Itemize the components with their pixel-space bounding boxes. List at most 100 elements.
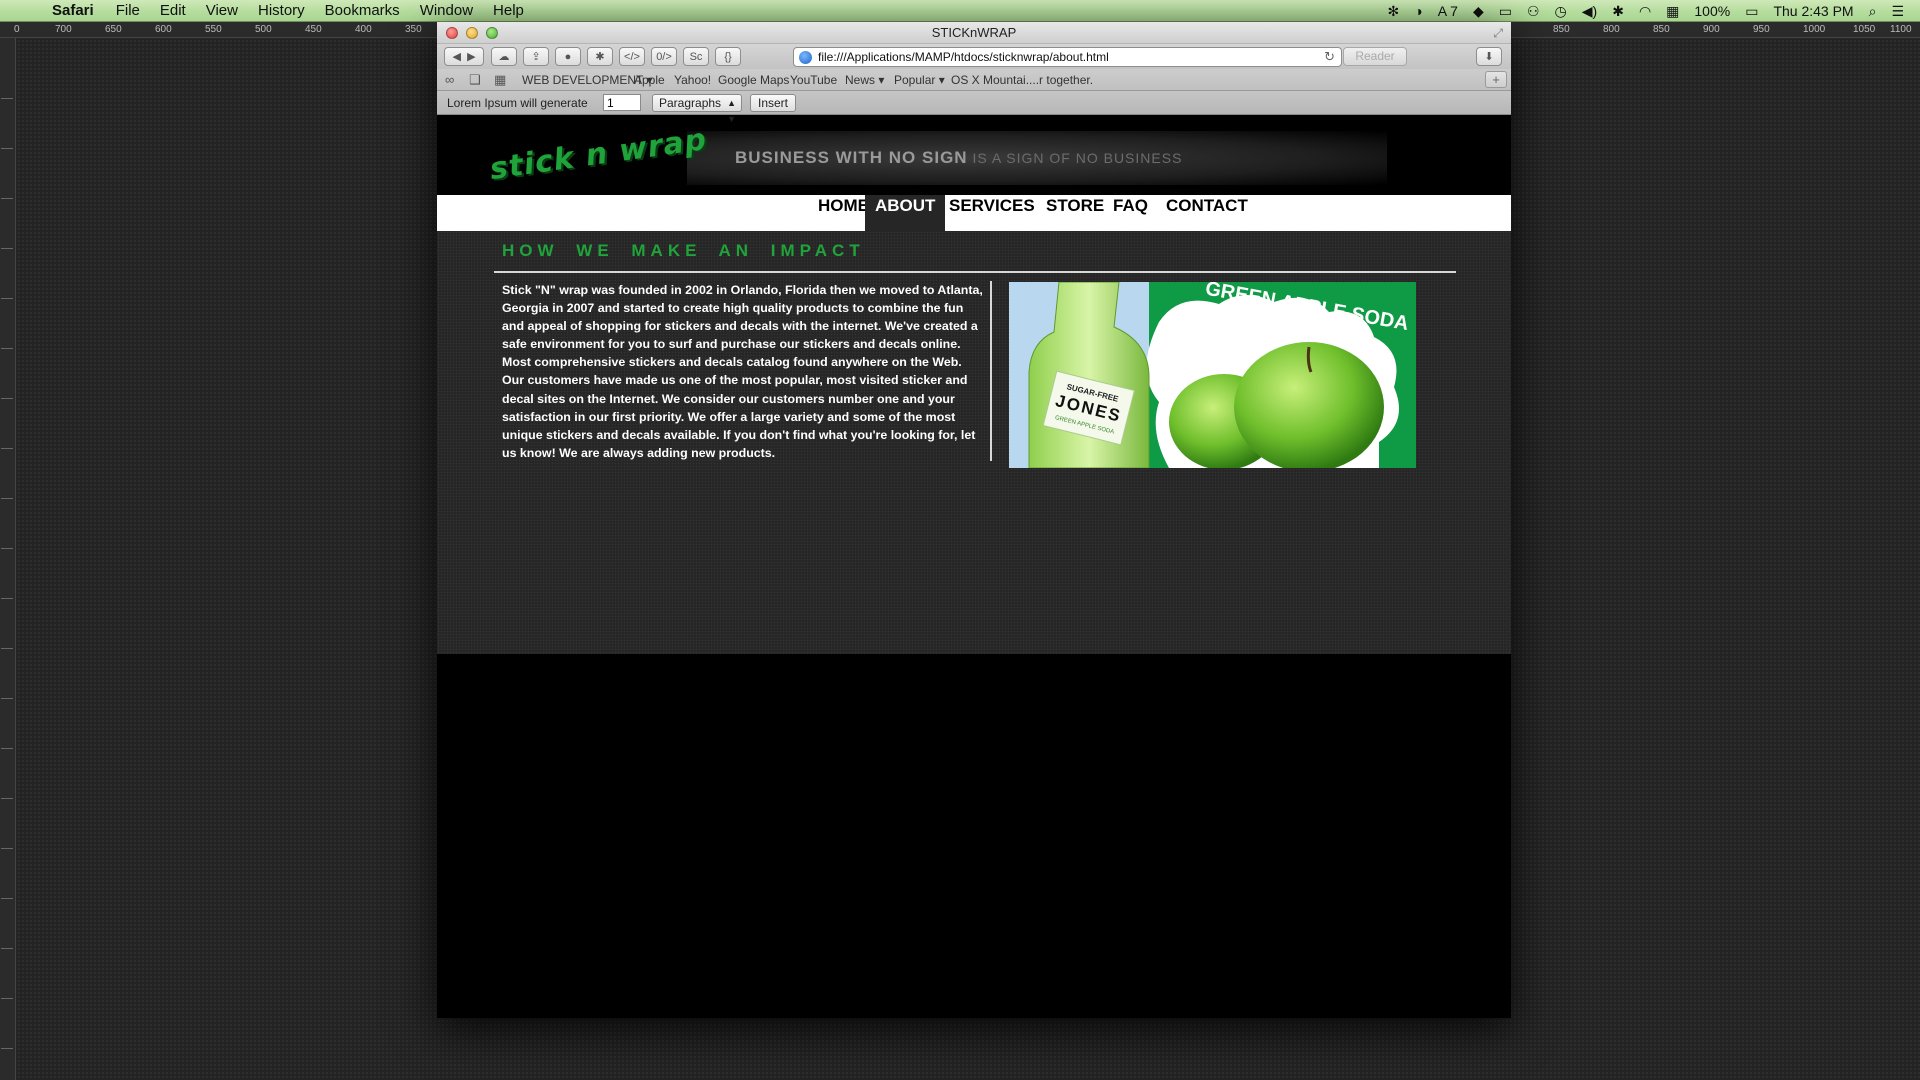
menu-view[interactable]: View (206, 2, 238, 19)
ruler-label: 650 (105, 24, 122, 35)
ruler-tick (1, 548, 13, 566)
bookmark-yahoo[interactable]: Yahoo! (674, 73, 711, 87)
site-nav: HOME ABOUT SERVICES STORE FAQ CONTACT (437, 195, 1511, 231)
ruler-tick (1, 448, 13, 466)
adobe-notification-icon[interactable]: A 7 (1438, 3, 1458, 19)
lorem-insert-button[interactable]: Insert (750, 94, 796, 112)
extension-icon[interactable]: ✻ (1388, 3, 1400, 20)
about-paragraph: Stick "N" wrap was founded in 2002 in Or… (502, 283, 983, 460)
extension-button-1[interactable]: ● (555, 47, 581, 66)
volume-icon[interactable]: ◀) (1582, 3, 1597, 20)
ruler-tick (1, 998, 13, 1016)
title-bar[interactable]: STICKnWRAP ⤢ (437, 22, 1511, 44)
bookmark-news[interactable]: News ▾ (845, 73, 884, 87)
reader-button[interactable]: Reader (1343, 47, 1407, 66)
nav-about[interactable]: ABOUT (865, 195, 946, 231)
ruler-label: 950 (1753, 24, 1770, 35)
ruler-label: 450 (305, 24, 322, 35)
ruler-label: 800 (1603, 24, 1620, 35)
address-bar[interactable]: file:///Applications/MAMP/htdocs/sticknw… (793, 47, 1342, 67)
json-button[interactable]: {} (715, 47, 741, 66)
clock[interactable]: Thu 2:43 PM (1773, 3, 1853, 19)
notification-center-icon[interactable]: ☰ (1891, 3, 1904, 20)
menu-window[interactable]: Window (420, 2, 473, 19)
ruler-label: 1000 (1803, 24, 1826, 35)
menu-bookmarks[interactable]: Bookmarks (325, 2, 400, 19)
evernote-icon[interactable]: ◆ (1473, 3, 1484, 20)
ruler-tick (1, 348, 13, 366)
menu-help[interactable]: Help (493, 2, 524, 19)
battery-text[interactable]: 100% (1694, 3, 1730, 19)
globe-icon (799, 50, 812, 64)
ruler-tick (1, 98, 13, 116)
ruler-label: 600 (155, 24, 172, 35)
wifi-icon[interactable]: ◠ (1639, 3, 1651, 20)
airplay-icon[interactable]: ▭ (1499, 3, 1512, 20)
reload-icon[interactable]: ↻ (1324, 49, 1335, 65)
icloud-tabs-button[interactable]: ☁ (491, 47, 517, 66)
new-tab-button[interactable]: + (1485, 71, 1507, 88)
time-machine-icon[interactable]: ◷ (1555, 3, 1567, 20)
ruler-tick (1, 248, 13, 266)
share-button[interactable]: ⇪ (523, 47, 549, 66)
ruler-tick (1, 698, 13, 716)
bookmark-apple[interactable]: Apple (634, 73, 665, 87)
lorem-count-input[interactable] (603, 94, 641, 111)
back-arrow-icon[interactable]: ◀ (452, 50, 460, 63)
ruler-tick (1, 648, 13, 666)
headphones-icon[interactable]: ◑ (1414, 3, 1422, 19)
ruler-tick (1, 398, 13, 416)
site-tagline: BUSINESS WITH NO SIGN IS A SIGN OF NO BU… (735, 148, 1182, 168)
menu-bar: Safari File Edit View History Bookmarks … (0, 0, 1920, 22)
bookmark-youtube[interactable]: YouTube (790, 73, 837, 87)
downloads-button[interactable]: ⬇ (1476, 47, 1502, 66)
section-heading: HOW WE MAKE AN IMPACT (502, 241, 865, 260)
ruler-label: 700 (55, 24, 72, 35)
ruler-label: 400 (355, 24, 372, 35)
bluetooth-icon[interactable]: ✱ (1612, 3, 1624, 20)
ruler-label: 0 (14, 24, 20, 35)
menu-history[interactable]: History (258, 2, 305, 19)
nav-services[interactable]: SERVICES (939, 195, 1045, 231)
bookmark-web-development[interactable]: WEB DEVELOPMENT ▾ (522, 73, 653, 87)
reading-list-icon[interactable]: ∞ (445, 72, 454, 87)
view-source-button[interactable]: </> (619, 47, 645, 66)
vertical-ruler (0, 38, 16, 1080)
menu-edit[interactable]: Edit (160, 2, 186, 19)
script-button[interactable]: Sc (683, 47, 709, 66)
code-icon: </> (624, 50, 640, 63)
bookmarks-book-icon[interactable]: ❑ (469, 72, 481, 88)
about-section: HOW WE MAKE AN IMPACT Stick "N" wrap was… (437, 231, 1511, 654)
spotlight-icon[interactable]: ⌕ (1869, 3, 1877, 20)
forward-arrow-icon[interactable]: ▶ (467, 50, 475, 63)
battery-icon: ▭ (1745, 2, 1759, 19)
url-text[interactable]: file:///Applications/MAMP/htdocs/sticknw… (818, 50, 1109, 64)
site-logo[interactable]: stick n wrap (488, 122, 709, 187)
back-forward-button[interactable]: ◀ ▶ (444, 47, 484, 66)
menu-app-safari[interactable]: Safari (52, 2, 94, 19)
bookmark-osx[interactable]: OS X Mountai....r together. (951, 73, 1093, 87)
status-area: ✻ ◑ A 7 ◆ ▭ ⚇ ◷ ◀) ✱ ◠ ▦ 100% ▭ Thu 2:43… (1388, 0, 1905, 22)
lorem-type-select[interactable]: Paragraphs ▲ ▼ (652, 94, 742, 124)
bookmark-popular[interactable]: Popular ▾ (894, 73, 945, 87)
binoculars-icon[interactable]: ⚇ (1527, 3, 1540, 20)
validate-button[interactable]: 0/> (651, 47, 677, 66)
ruler-label: 350 (405, 24, 422, 35)
lorem-type-value: Paragraphs (659, 96, 722, 110)
fullscreen-icon[interactable]: ⤢ (1493, 26, 1503, 41)
top-sites-icon[interactable]: ▦ (494, 72, 506, 88)
safari-window: STICKnWRAP ⤢ ◀ ▶ ☁ ⇪ ● ✱ </> 0/> Sc {} f… (437, 22, 1511, 1018)
extension-button-2[interactable]: ✱ (587, 47, 613, 66)
ruler-label: 900 (1703, 24, 1720, 35)
menu-file[interactable]: File (116, 2, 140, 19)
nav-faq[interactable]: FAQ (1103, 195, 1158, 231)
keyboard-icon[interactable]: ▦ (1666, 3, 1679, 20)
download-icon: ⬇ (1484, 51, 1494, 63)
bookmark-google-maps[interactable]: Google Maps (718, 73, 789, 87)
green-apple-soda-image: SUGAR-FREE JONES GREEN APPLE SODA GREEN … (1009, 282, 1416, 468)
ruler-tick (1, 948, 13, 966)
browser-toolbar: ◀ ▶ ☁ ⇪ ● ✱ </> 0/> Sc {} file:///Applic… (437, 44, 1511, 69)
braces-icon: {} (724, 50, 732, 63)
nav-contact[interactable]: CONTACT (1156, 195, 1258, 231)
heading-divider (494, 271, 1456, 273)
